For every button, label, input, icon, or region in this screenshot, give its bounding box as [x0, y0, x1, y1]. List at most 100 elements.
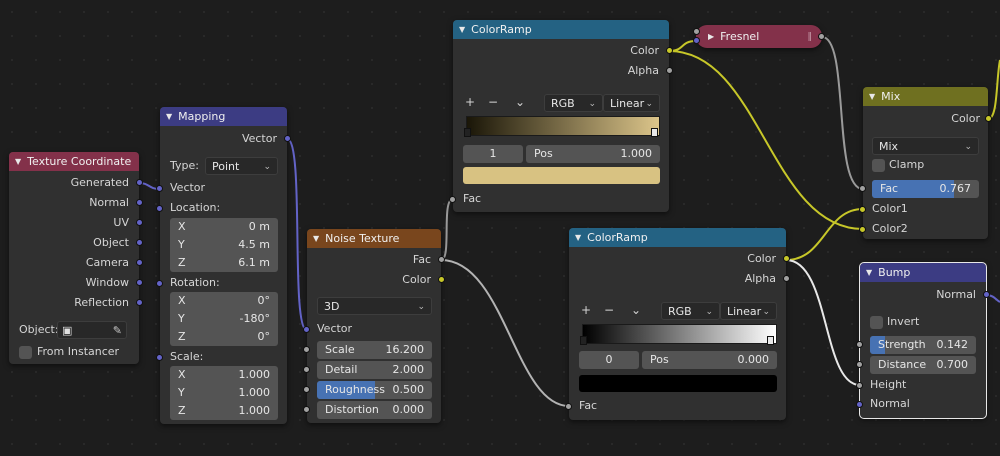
socket-camera[interactable]	[136, 259, 143, 266]
type-dropdown[interactable]: Point ⌄	[205, 157, 278, 175]
socket-window[interactable]	[136, 279, 143, 286]
color-mode-dropdown[interactable]: RGB ⌄	[544, 94, 603, 112]
color-ramp-gradient[interactable]	[582, 324, 777, 344]
node-header[interactable]: ▼ Noise Texture	[307, 229, 441, 248]
chevron-down-icon[interactable]: ▼	[575, 233, 581, 242]
rotation-x-field[interactable]: X 0°	[170, 292, 278, 310]
socket-vector-in[interactable]	[303, 326, 310, 333]
color-mode-dropdown[interactable]: RGB ⌄	[661, 302, 720, 320]
socket-fac-out[interactable]	[818, 33, 825, 40]
roughness-slider[interactable]: Roughness 0.500	[317, 381, 432, 399]
node-header[interactable]: ▼ Bump	[860, 263, 986, 282]
socket-detail-in[interactable]	[303, 366, 310, 373]
socket-scale-in[interactable]	[156, 354, 163, 361]
socket-fac-in[interactable]	[449, 196, 456, 203]
ramp-stop-left[interactable]	[464, 128, 471, 137]
stop-pos-field[interactable]: Pos 0.000	[642, 351, 777, 369]
remove-stop-button[interactable]: −	[602, 303, 616, 317]
stop-pos-field[interactable]: Pos 1.000	[526, 145, 660, 163]
scale-z-field[interactable]: Z 1.000	[170, 402, 278, 420]
socket-alpha-out[interactable]	[666, 67, 673, 74]
chevron-right-icon[interactable]: ▶	[708, 32, 714, 41]
ramp-stop-left[interactable]	[580, 336, 587, 345]
distortion-field[interactable]: Distortion 0.000	[317, 401, 432, 419]
location-y-field[interactable]: Y 4.5 m	[170, 236, 278, 254]
location-x-field[interactable]: X0 m	[170, 218, 278, 236]
chevron-down-icon[interactable]: ⌄	[513, 95, 527, 109]
detail-field[interactable]: Detail 2.000	[317, 361, 432, 379]
socket-object[interactable]	[136, 239, 143, 246]
stop-index-field[interactable]: 1	[463, 145, 523, 163]
chevron-down-icon[interactable]: ▼	[15, 157, 21, 166]
socket-ior-in[interactable]	[693, 28, 700, 35]
socket-distance-in[interactable]	[856, 361, 863, 368]
strength-slider[interactable]: Strength 0.142	[870, 336, 976, 354]
stop-index-field[interactable]: 0	[579, 351, 639, 369]
distance-field[interactable]: Distance 0.700	[870, 356, 976, 374]
ramp-stop-right[interactable]	[651, 128, 658, 137]
node-header[interactable]: ▼ ColorRamp	[453, 20, 669, 39]
texture-coordinate-node[interactable]: ▼ Texture Coordinate Generated Normal UV …	[9, 152, 143, 364]
stop-color-swatch[interactable]	[463, 167, 660, 184]
socket-color1-in[interactable]	[859, 206, 866, 213]
mix-node[interactable]: ▼ Mix Color Mix ⌄ Clamp Fac 0.767 Color1 Co…	[859, 87, 992, 239]
scale-x-field[interactable]: X 1.000	[170, 366, 278, 384]
socket-normal-in[interactable]	[693, 37, 700, 44]
socket-distortion-in[interactable]	[303, 406, 310, 413]
socket-color2-in[interactable]	[859, 226, 866, 233]
rotation-z-field[interactable]: Z 0°	[170, 328, 278, 346]
fac-slider[interactable]: Fac 0.767	[872, 180, 979, 198]
chevron-down-icon[interactable]: ▼	[459, 25, 465, 34]
interpolation-dropdown[interactable]: Linear ⌄	[720, 302, 777, 320]
socket-alpha-out[interactable]	[783, 275, 790, 282]
object-picker-field[interactable]: ▣ ✎	[57, 321, 127, 339]
socket-color-out[interactable]	[985, 115, 992, 122]
scale-field[interactable]: Scale 16.200	[317, 341, 432, 359]
socket-reflection[interactable]	[136, 299, 143, 306]
socket-fac-in[interactable]	[565, 403, 572, 410]
socket-rotation-in[interactable]	[156, 280, 163, 287]
fresnel-node[interactable]: ▶ Fresnel ‖	[693, 25, 825, 48]
socket-color-out[interactable]	[783, 255, 790, 262]
socket-vector-out[interactable]	[284, 135, 291, 142]
add-stop-button[interactable]: +	[463, 95, 477, 109]
chevron-down-icon[interactable]: ▼	[166, 112, 172, 121]
socket-strength-in[interactable]	[856, 341, 863, 348]
socket-generated[interactable]	[136, 179, 143, 186]
socket-normal-in[interactable]	[856, 401, 863, 408]
location-z-field[interactable]: Z 6.1 m	[170, 254, 278, 272]
eyedropper-icon[interactable]: ✎	[113, 322, 122, 338]
add-stop-button[interactable]: +	[579, 303, 593, 317]
interpolation-dropdown[interactable]: Linear ⌄	[603, 94, 660, 112]
ramp-stop-right[interactable]	[767, 336, 774, 345]
dimensions-dropdown[interactable]: 3D ⌄	[317, 297, 432, 315]
node-header[interactable]: ▼ ColorRamp	[569, 228, 786, 247]
node-header[interactable]: ▼ Texture Coordinate	[9, 152, 139, 171]
stop-color-swatch[interactable]	[579, 375, 777, 392]
from-instancer-checkbox[interactable]	[19, 346, 32, 359]
chevron-down-icon[interactable]: ▼	[869, 92, 875, 101]
remove-stop-button[interactable]: −	[486, 95, 500, 109]
socket-height-in[interactable]	[856, 382, 863, 389]
socket-normal-out[interactable]	[983, 291, 990, 298]
rotation-y-field[interactable]: Y -180°	[170, 310, 278, 328]
clamp-checkbox[interactable]	[872, 159, 885, 172]
socket-uv[interactable]	[136, 219, 143, 226]
colorramp-node-2[interactable]: ▼ ColorRamp Color Alpha + − ⌄ RGB ⌄ Linear…	[565, 228, 790, 420]
node-header[interactable]: ▶ Fresnel ‖	[696, 25, 822, 48]
socket-location-in[interactable]	[156, 205, 163, 212]
invert-checkbox[interactable]	[870, 316, 883, 329]
socket-vector-in[interactable]	[156, 185, 163, 192]
chevron-down-icon[interactable]: ▼	[866, 268, 872, 277]
scale-y-field[interactable]: Y 1.000	[170, 384, 278, 402]
color-ramp-gradient[interactable]	[466, 116, 660, 136]
socket-color-out[interactable]	[666, 47, 673, 54]
socket-normal[interactable]	[136, 199, 143, 206]
noise-texture-node[interactable]: ▼ Noise Texture Fac Color 3D ⌄ Vector Scal…	[303, 229, 445, 423]
mapping-node[interactable]: ▼ Mapping Vector Type: Point ⌄ Vector Loca…	[156, 107, 291, 424]
node-header[interactable]: ▼ Mapping	[160, 107, 287, 126]
node-header[interactable]: ▼ Mix	[863, 87, 988, 106]
socket-color-out[interactable]	[438, 276, 445, 283]
chevron-down-icon[interactable]: ▼	[313, 234, 319, 243]
socket-fac-out[interactable]	[438, 256, 445, 263]
